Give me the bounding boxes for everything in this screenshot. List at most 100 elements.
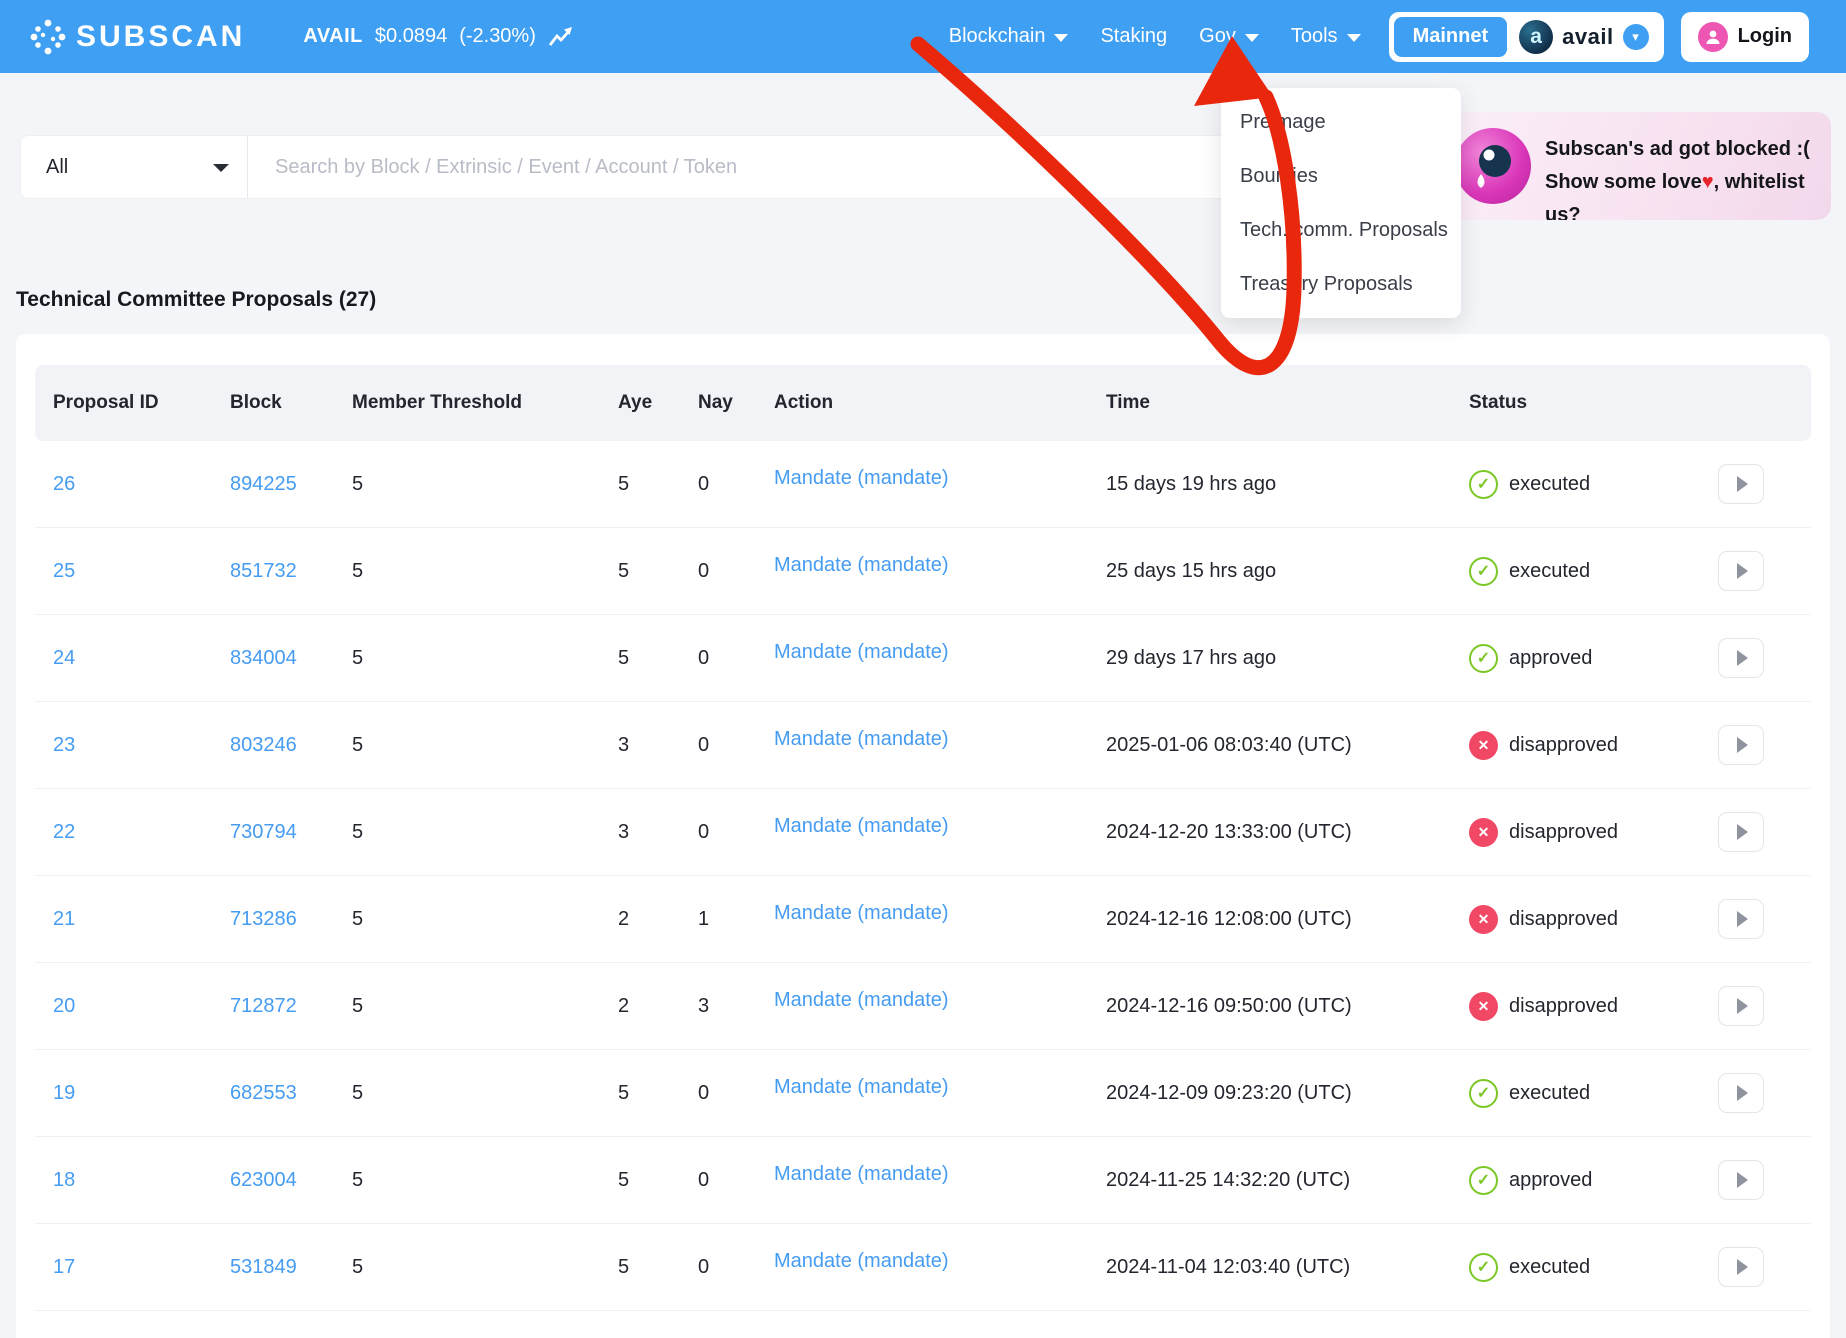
status-badge: executed [1469,1253,1718,1282]
action-link[interactable]: Mandate (mandate) [774,554,1106,577]
navbar: SUBSCAN AVAIL $0.0894 (-2.30%) Blockchai… [0,0,1846,73]
login-button[interactable]: Login [1681,12,1809,62]
block-link[interactable]: 682553 [230,1082,352,1105]
action-link[interactable]: Mandate (mandate) [774,728,1106,751]
action-link[interactable]: Mandate (mandate) [774,902,1106,925]
member-threshold-value: 5 [352,821,618,844]
member-threshold-value: 5 [352,473,618,496]
nay-value: 0 [698,1082,774,1105]
time-value: 2024-11-04 12:03:40 (UTC) [1106,1256,1469,1279]
block-link[interactable]: 894225 [230,473,352,496]
block-link[interactable]: 713286 [230,908,352,931]
ad-line1: Subscan's ad got blocked :( [1545,133,1831,166]
proposal-id-link[interactable]: 22 [53,821,230,844]
row-detail-button[interactable] [1718,899,1764,939]
ad-line2: Show some love♥, whitelist us? [1545,166,1831,220]
action-link[interactable]: Mandate (mandate) [774,467,1106,490]
status-badge: disapproved [1469,818,1718,847]
nav-gov[interactable]: Gov [1199,25,1259,48]
action-link[interactable]: Mandate (mandate) [774,815,1106,838]
row-detail-button[interactable] [1718,464,1764,504]
block-link[interactable]: 834004 [230,647,352,670]
nay-value: 1 [698,908,774,931]
row-detail-button[interactable] [1718,1247,1764,1287]
block-link[interactable]: 851732 [230,560,352,583]
table-row: 23 803246 5 3 0 Mandate (mandate) 2025-0… [35,702,1811,789]
mainnet-button[interactable]: Mainnet [1394,17,1508,57]
status-label: executed [1509,1256,1590,1279]
subscan-logo[interactable]: SUBSCAN [30,19,245,55]
row-detail-button[interactable] [1718,986,1764,1026]
aye-value: 5 [618,647,698,670]
proposal-id-link[interactable]: 18 [53,1169,230,1192]
time-value: 15 days 19 hrs ago [1106,473,1469,496]
block-link[interactable]: 531849 [230,1256,352,1279]
proposal-id-link[interactable]: 26 [53,473,230,496]
block-link[interactable]: 803246 [230,734,352,757]
chain-selector[interactable]: a avail ▾ [1519,20,1658,54]
aye-value: 2 [618,908,698,931]
status-label: disapproved [1509,995,1618,1018]
aye-value: 5 [618,1256,698,1279]
nay-value: 0 [698,560,774,583]
proposal-id-link[interactable]: 23 [53,734,230,757]
aye-value: 5 [618,1082,698,1105]
nav-tools[interactable]: Tools [1291,25,1361,48]
row-detail-button[interactable] [1718,725,1764,765]
status-icon [1469,731,1498,760]
time-value: 29 days 17 hrs ago [1106,647,1469,670]
table-row: 19 682553 5 5 0 Mandate (mandate) 2024-1… [35,1050,1811,1137]
table-row: 17 531849 5 5 0 Mandate (mandate) 2024-1… [35,1224,1811,1311]
nay-value: 0 [698,821,774,844]
col-proposal-id: Proposal ID [53,392,230,414]
ad-text: Subscan's ad got blocked :( Show some lo… [1545,133,1831,220]
proposal-id-link[interactable]: 17 [53,1256,230,1279]
action-link[interactable]: Mandate (mandate) [774,1076,1106,1099]
col-block: Block [230,392,352,414]
action-link[interactable]: Mandate (mandate) [774,1250,1106,1273]
row-detail-button[interactable] [1718,638,1764,678]
member-threshold-value: 5 [352,1256,618,1279]
proposal-id-link[interactable]: 25 [53,560,230,583]
menu-item-treasury-proposals[interactable]: Treasury Proposals [1221,257,1461,311]
member-threshold-value: 5 [352,908,618,931]
action-link[interactable]: Mandate (mandate) [774,641,1106,664]
row-detail-button[interactable] [1718,1160,1764,1200]
table-row: Mandate (mandate) [35,1311,1811,1338]
chain-name: avail [1562,24,1613,50]
row-detail-button[interactable] [1718,551,1764,591]
col-nay: Nay [698,392,774,414]
subscan-dots-icon [30,19,66,55]
time-value: 2024-12-16 09:50:00 (UTC) [1106,995,1469,1018]
nay-value: 0 [698,1256,774,1279]
nav-tools-label: Tools [1291,25,1338,48]
status-icon [1469,992,1498,1021]
proposal-id-link[interactable]: 24 [53,647,230,670]
action-link[interactable]: Mandate (mandate) [774,989,1106,1012]
row-detail-button[interactable] [1718,1073,1764,1113]
menu-item-tech-comm-proposals[interactable]: Tech. comm. Proposals [1221,203,1461,257]
block-link[interactable]: 712872 [230,995,352,1018]
block-link[interactable]: 730794 [230,821,352,844]
action-link[interactable]: Mandate (mandate) [774,1163,1106,1186]
user-icon [1698,22,1728,52]
proposal-id-link[interactable]: 20 [53,995,230,1018]
chevron-right-icon [1737,650,1748,666]
col-status: Status [1469,392,1718,414]
row-detail-button[interactable] [1718,812,1764,852]
proposal-id-link[interactable]: 19 [53,1082,230,1105]
status-icon [1469,644,1498,673]
aye-value: 5 [618,473,698,496]
status-label: disapproved [1509,821,1618,844]
proposal-id-link[interactable]: 21 [53,908,230,931]
block-link[interactable]: 623004 [230,1169,352,1192]
status-icon [1469,1253,1498,1282]
search-filter-select[interactable]: All [21,136,248,198]
menu-item-preimage[interactable]: Preimage [1221,95,1461,149]
nav-blockchain[interactable]: Blockchain [949,25,1069,48]
menu-item-bounties[interactable]: Bounties [1221,149,1461,203]
nav-staking[interactable]: Staking [1100,25,1167,48]
chevron-down-icon [1245,34,1259,42]
time-value: 2024-11-25 14:32:20 (UTC) [1106,1169,1469,1192]
brand-name: SUBSCAN [76,20,245,54]
